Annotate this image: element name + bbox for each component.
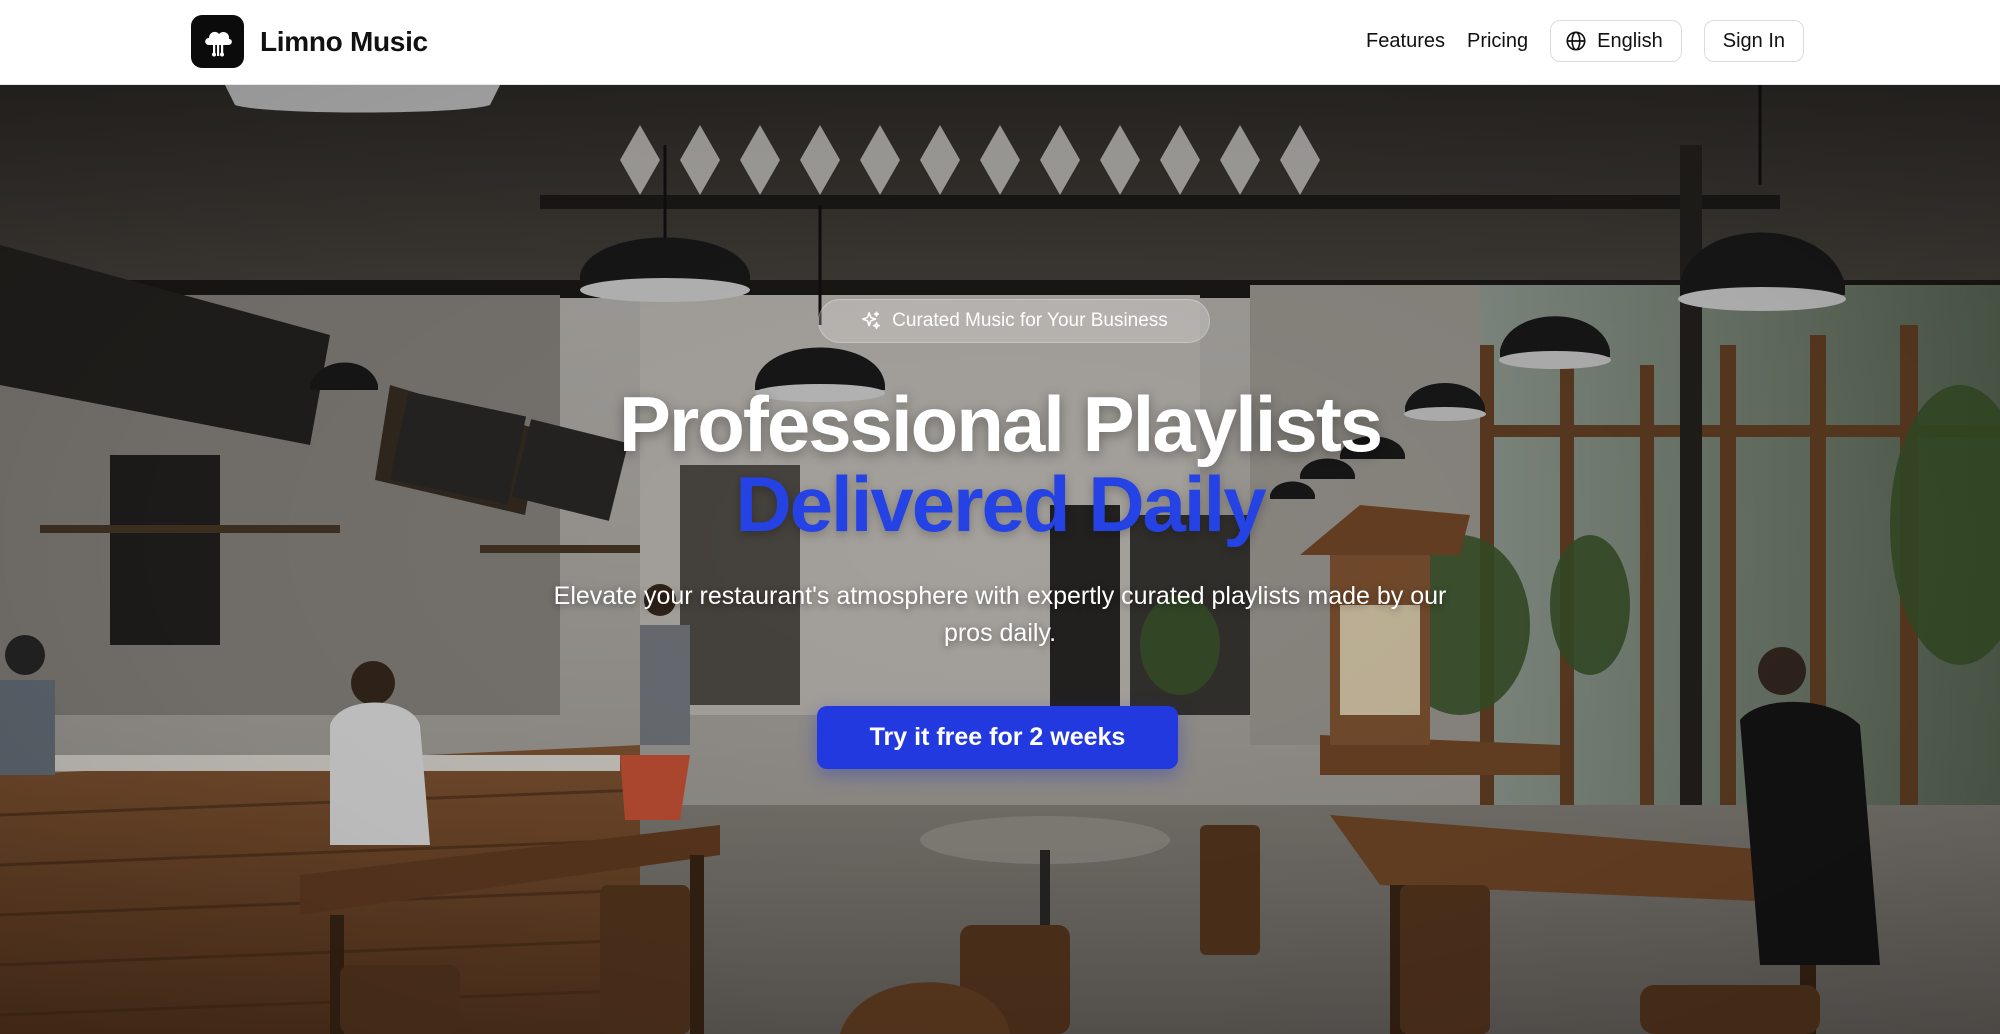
nav-link-pricing[interactable]: Pricing — [1467, 30, 1528, 53]
hero-badge-label: Curated Music for Your Business — [892, 310, 1168, 331]
brand-name: Limno Music — [260, 25, 428, 57]
globe-icon — [1566, 31, 1586, 51]
nav-link-features[interactable]: Features — [1366, 30, 1445, 53]
hero-subtitle: Elevate your restaurant's atmosphere wit… — [553, 582, 1447, 647]
language-label: English — [1597, 29, 1663, 52]
hero-headline-line1: Professional Playlists — [618, 380, 1383, 468]
main-nav: Features Pricing English Sign In — [1366, 20, 1804, 62]
top-navigation-bar: Limno Music Features Pricing English Sig… — [0, 0, 2000, 85]
cloud-music-icon — [191, 15, 244, 68]
free-trial-button[interactable]: Try it free for 2 weeks — [817, 706, 1178, 769]
hero-headline-line2: Delivered Daily — [735, 460, 1266, 548]
hero-section: Curated Music for Your Business Professi… — [0, 85, 2000, 1034]
hero-badge: Curated Music for Your Business — [818, 299, 1210, 343]
brand-home-link[interactable]: Limno Music — [191, 15, 428, 68]
hero-dark-overlay — [0, 85, 2000, 1034]
sparkle-icon — [862, 311, 881, 330]
sign-in-button[interactable]: Sign In — [1703, 20, 1804, 62]
language-selector-button[interactable]: English — [1550, 20, 1682, 62]
